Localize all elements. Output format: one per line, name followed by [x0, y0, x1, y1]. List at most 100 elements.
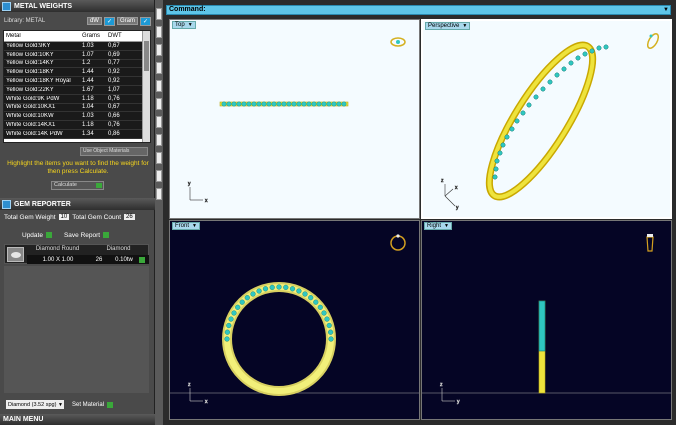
divider-tab[interactable] — [156, 98, 162, 110]
gem — [328, 336, 334, 342]
calculate-button[interactable]: Calculate — [51, 181, 104, 190]
divider-tab[interactable] — [156, 170, 162, 182]
metal-weights-header[interactable]: METAL WEIGHTS — [0, 0, 154, 12]
table-row[interactable]: White Gold:10KW 1.03 0,66 — [4, 112, 150, 122]
save-report-label: Save Report — [63, 231, 101, 239]
svg-text:z: z — [188, 382, 191, 388]
metal-name: Yellow Gold:18KY — [6, 69, 54, 76]
update-button[interactable] — [45, 232, 52, 238]
gem-count: 26 — [95, 256, 103, 263]
gem — [289, 286, 296, 292]
dwt-check-icon[interactable]: ✓ — [103, 16, 115, 26]
table-row[interactable]: White Gold:10KX1 1.04 0,67 — [4, 103, 150, 113]
metal-dwt: 0,86 — [108, 130, 120, 137]
metal-grams: 1.04 — [82, 104, 94, 111]
table-row[interactable]: Yellow Gold:22KY 1.67 1,07 — [4, 85, 150, 95]
metal-name: White Gold:10KX1 — [6, 104, 56, 111]
panel-divider[interactable] — [155, 0, 163, 425]
gem — [224, 336, 230, 342]
metal-weights-title: METAL WEIGHTS — [14, 2, 73, 10]
metal-name: Yellow Gold:22KY — [6, 86, 54, 93]
scroll-thumb[interactable] — [144, 41, 149, 71]
col-grams[interactable]: Grams — [82, 33, 108, 39]
gem-shape-header: Diamond Round — [35, 246, 80, 252]
table-row[interactable]: Yellow Gold:10KY 1.07 0,69 — [4, 50, 150, 60]
metal-grams: 1.07 — [82, 51, 94, 58]
dwt-toggle-button[interactable]: dW — [86, 17, 102, 25]
table-row[interactable]: White Gold:9K PdW 1.18 0,76 — [4, 94, 150, 104]
divider-tab[interactable] — [156, 134, 162, 146]
use-object-materials-checkbox[interactable]: Use Object Materials — [80, 147, 148, 156]
go-icon — [96, 183, 102, 188]
viewport-top[interactable]: Top ▼ xy — [169, 19, 420, 219]
calculate-label: Calculate — [54, 182, 77, 188]
svg-text:x: x — [455, 185, 458, 191]
material-bar: Diamond (3.52 spg) ▼ Set Material — [0, 398, 155, 411]
save-report-button[interactable] — [103, 232, 110, 238]
table-row[interactable]: Yellow Gold:9KY 1.03 0,67 — [4, 42, 150, 51]
main-menu-header[interactable]: MAIN MENU — [0, 414, 155, 425]
gem — [317, 304, 323, 310]
divider-tab[interactable] — [156, 44, 162, 56]
metal-name: Yellow Gold:18KY Royal — [6, 78, 71, 85]
grams-toggle-button[interactable]: Gram — [116, 17, 138, 25]
divider-tab[interactable] — [156, 80, 162, 92]
right-view-canvas: yz — [422, 234, 671, 405]
command-bar[interactable]: Command: ▼ — [166, 5, 671, 15]
table-row[interactable]: White Gold:14KX1 1.18 0,76 — [4, 121, 150, 130]
divider-tab[interactable] — [156, 62, 162, 74]
update-label: Update — [22, 231, 43, 239]
metal-dwt: 0,77 — [108, 60, 120, 67]
gem-reporter-title: GEM REPORTER — [14, 200, 71, 208]
gem — [321, 310, 327, 316]
svg-text:z: z — [441, 178, 444, 184]
gem-reporter-header[interactable]: GEM REPORTER — [0, 198, 155, 210]
gem — [256, 288, 262, 294]
divider-tab[interactable] — [156, 26, 162, 38]
table-row[interactable]: Yellow Gold:14KY 1.2 0,77 — [4, 59, 150, 69]
metal-name: White Gold:10KW — [6, 113, 54, 120]
set-material-button[interactable] — [107, 401, 114, 408]
metal-dwt: 0,69 — [108, 51, 120, 58]
gem-row-go-icon[interactable] — [139, 256, 145, 263]
svg-text:y: y — [188, 181, 191, 187]
gem-totals-row: Total Gem Weight 10 Total Gem Count 26 — [0, 212, 155, 222]
view-cube-icon — [390, 234, 406, 251]
ring-right-gems — [538, 300, 546, 352]
metal-name: White Gold:14KX1 — [6, 122, 56, 129]
gem — [269, 284, 275, 291]
viewport-perspective[interactable]: Perspective ▼ yxz — [421, 19, 672, 219]
table-row[interactable]: White Gold:14K PdW 1.34 0,86 — [4, 129, 150, 139]
material-select[interactable]: Diamond (3.52 spg) ▼ — [6, 400, 64, 409]
viewport-right[interactable]: Right ▼ yz — [421, 220, 672, 420]
divider-tab[interactable] — [156, 152, 162, 164]
set-material-label: Set Material — [72, 401, 105, 408]
metal-table-scrollbar[interactable] — [142, 31, 150, 142]
svg-text:y: y — [457, 399, 460, 405]
gem-actions-row: Update Save Report — [0, 229, 155, 241]
metal-dwt: 0,76 — [108, 95, 120, 102]
metal-dwt: 0,66 — [108, 113, 120, 120]
gem — [328, 329, 334, 335]
metal-dwt: 1,07 — [108, 86, 120, 93]
metal-grams: 1.18 — [82, 95, 94, 102]
col-dwt[interactable]: DWT — [108, 33, 138, 39]
table-row[interactable]: Yellow Gold:18KY Royal 1.44 0,92 — [4, 77, 150, 86]
top-view-canvas: xy — [188, 37, 406, 204]
gem — [324, 316, 330, 322]
chevron-down-icon[interactable]: ▼ — [663, 6, 669, 14]
gem-reporter-icon — [2, 199, 11, 209]
metal-dwt: 0,92 — [108, 78, 120, 85]
divider-tab[interactable] — [156, 8, 162, 20]
gem-row[interactable]: 1.00 X 1.00 26 0.10tw — [27, 255, 149, 264]
divider-tab[interactable] — [156, 116, 162, 128]
metal-grams: 1.2 — [82, 60, 91, 67]
viewport-front[interactable]: Front ▼ xz — [169, 220, 420, 420]
col-metal[interactable]: Metal — [4, 33, 82, 39]
diamond-thumbnail — [7, 247, 24, 262]
grams-check-icon[interactable]: ✓ — [139, 16, 151, 26]
gem-table: Diamond Round Diamond 1.00 X 1.00 26 0.1… — [4, 244, 149, 264]
metal-dwt: 0,92 — [108, 69, 120, 76]
divider-tab[interactable] — [156, 188, 162, 200]
table-row[interactable]: Yellow Gold:18KY 1.44 0,92 — [4, 68, 150, 78]
